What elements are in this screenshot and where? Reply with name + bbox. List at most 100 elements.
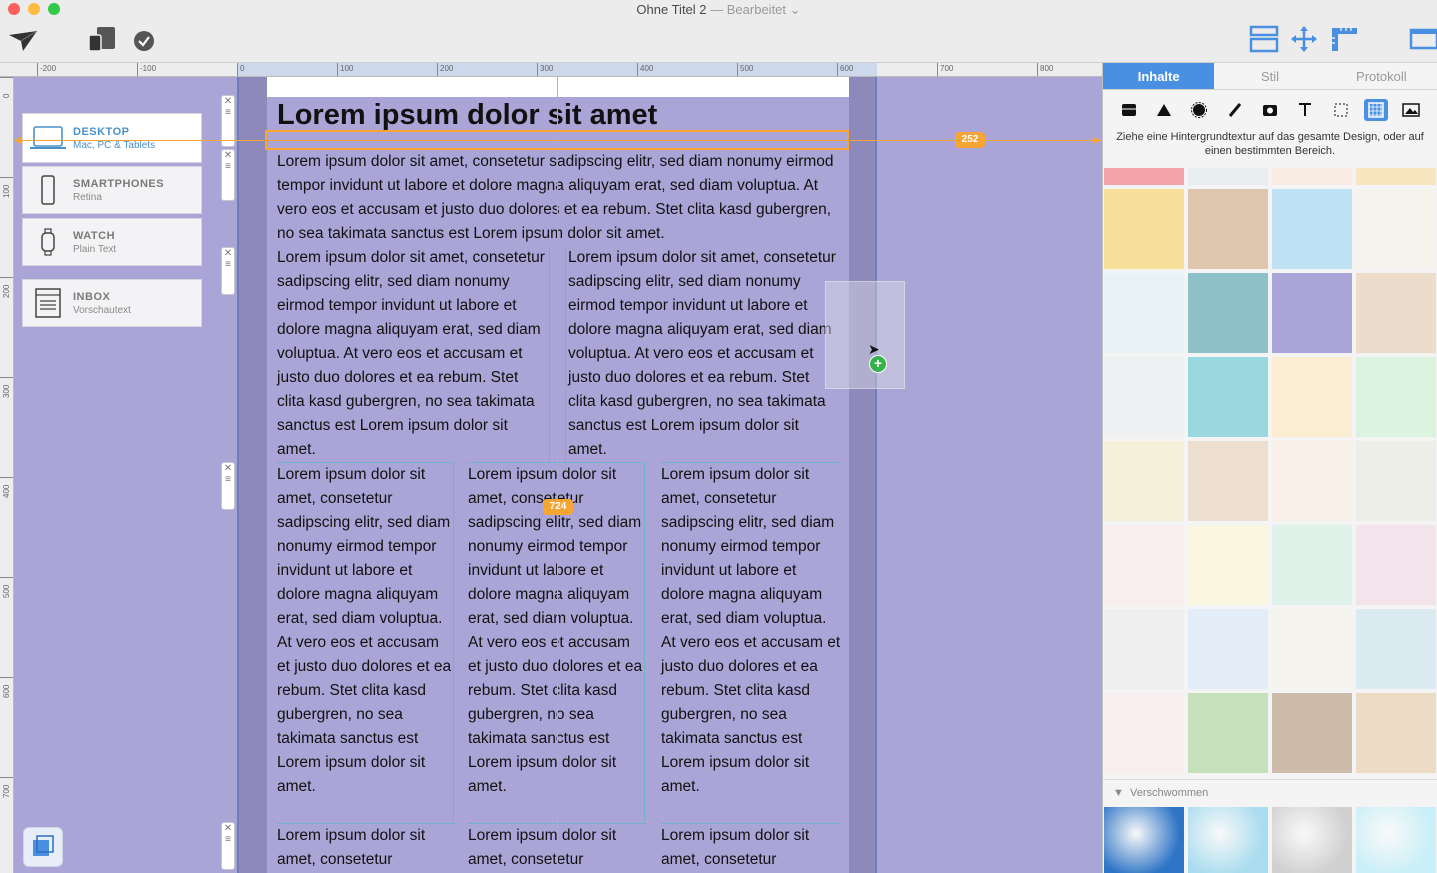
row-handle[interactable]: ✕ ≡ <box>221 822 235 870</box>
texture-swatch[interactable] <box>1104 609 1184 689</box>
texture-swatch[interactable] <box>1188 441 1268 521</box>
badge-icon[interactable] <box>1187 99 1211 121</box>
texture-swatch[interactable] <box>1356 525 1436 605</box>
device-watch[interactable]: WATCH Plain Text <box>22 218 202 266</box>
texture-swatch[interactable] <box>1104 357 1184 437</box>
paragraph-full-width[interactable]: Lorem ipsum dolor sit amet, consetetur s… <box>277 150 842 246</box>
ruler-label: 200 <box>437 63 453 76</box>
texture-swatch[interactable] <box>1272 273 1352 353</box>
texture-swatch[interactable] <box>1356 357 1436 437</box>
device-name: INBOX <box>73 290 111 303</box>
column-three-3[interactable]: Lorem ipsum dolor sit amet, consetetur s… <box>660 462 841 822</box>
document-status[interactable]: Bearbeitet <box>727 2 786 17</box>
devices-icon[interactable] <box>86 24 120 54</box>
texture-swatch[interactable] <box>1104 693 1184 773</box>
blur-swatch[interactable] <box>1356 807 1436 873</box>
blur-swatch[interactable] <box>1188 807 1268 873</box>
column-two-1[interactable]: Lorem ipsum dolor sit amet, consetetur s… <box>276 246 550 462</box>
device-name: WATCH <box>73 229 116 242</box>
ruler-label: 700 <box>937 63 953 76</box>
tab-stil[interactable]: Stil <box>1214 63 1325 89</box>
texture-icon[interactable] <box>1363 99 1388 121</box>
row-handle[interactable]: ✕ ≡ <box>221 247 235 295</box>
texture-swatch[interactable] <box>1104 168 1184 185</box>
brush-icon[interactable] <box>1223 99 1247 121</box>
title-separator: — <box>706 2 727 17</box>
texture-swatch[interactable] <box>1188 189 1268 269</box>
texture-swatch[interactable] <box>1104 441 1184 521</box>
ruler-label: -200 <box>37 63 56 76</box>
blur-swatch[interactable] <box>1272 807 1352 873</box>
device-inbox[interactable]: INBOX Vorschautext <box>22 279 202 327</box>
texture-hint: Ziehe eine Hintergrundtextur auf das ges… <box>1116 131 1424 157</box>
texture-swatch[interactable] <box>1356 609 1436 689</box>
shape-icon[interactable] <box>1152 99 1176 121</box>
blur-swatch[interactable] <box>1104 807 1184 873</box>
texture-swatch[interactable] <box>1188 168 1268 185</box>
column-three-2[interactable]: Lorem ipsum dolor sit amet, consetetur s… <box>467 462 645 822</box>
texture-swatch[interactable] <box>1272 693 1352 773</box>
texture-swatch[interactable] <box>1356 273 1436 353</box>
ruler-label: 300 <box>0 377 13 477</box>
device-desc: Mac, PC & Tablets <box>73 139 156 151</box>
chevron-down-icon: ⌄ <box>789 2 801 17</box>
texture-swatch[interactable] <box>1272 168 1352 185</box>
sidebar-icon[interactable] <box>1408 26 1437 52</box>
row-handle[interactable]: ✕ ≡ <box>221 149 235 201</box>
media-icon[interactable] <box>1258 99 1282 121</box>
device-smartphones[interactable]: SMARTPHONES Retina <box>22 166 202 214</box>
drag-texture-preview <box>825 281 905 389</box>
texture-swatch[interactable] <box>1104 525 1184 605</box>
device-desktop[interactable]: DESKTOP Mac, PC & Tablets <box>22 113 202 163</box>
texture-swatch[interactable] <box>1272 357 1352 437</box>
layout-icon[interactable] <box>1117 99 1141 121</box>
design-canvas[interactable]: DESKTOP Mac, PC & Tablets SMARTPHONES Reti… <box>14 77 1102 873</box>
text-icon[interactable] <box>1293 99 1317 121</box>
ruler-label: 300 <box>537 63 553 76</box>
texture-swatch[interactable] <box>1272 525 1352 605</box>
texture-swatch-grid <box>1104 168 1437 778</box>
device-desc: Retina <box>73 191 102 203</box>
ruler-label: 100 <box>337 63 353 76</box>
window-preview-icon <box>33 835 54 856</box>
column-next-3[interactable]: Lorem ipsum dolor sit amet, consetetur <box>661 823 839 872</box>
texture-swatch[interactable] <box>1356 189 1436 269</box>
texture-swatch[interactable] <box>1188 357 1268 437</box>
texture-swatch[interactable] <box>1272 441 1352 521</box>
texture-swatch[interactable] <box>1188 525 1268 605</box>
texture-swatch[interactable] <box>1272 189 1352 269</box>
paper-plane-icon[interactable] <box>6 28 40 54</box>
texture-swatch[interactable] <box>1188 693 1268 773</box>
column-next-1[interactable]: Lorem ipsum dolor sit amet, consetetur <box>277 823 455 872</box>
column-three-1[interactable]: Lorem ipsum dolor sit amet, consetetur s… <box>276 462 454 822</box>
texture-swatch[interactable] <box>1104 189 1184 269</box>
ruler-icon[interactable] <box>1328 24 1360 54</box>
selection-icon[interactable] <box>1329 99 1353 121</box>
ruler-label: -100 <box>137 63 156 76</box>
column-two-2[interactable]: Lorem ipsum dolor sit amet, consetetur s… <box>565 246 839 462</box>
texture-swatch[interactable] <box>1272 609 1352 689</box>
layout-icon[interactable] <box>1248 24 1280 54</box>
vertical-guide <box>557 77 558 873</box>
row-handle[interactable]: ✕ ≡ <box>221 462 235 510</box>
inspector-panel: Inhalte Stil Protokoll Ziehe eine Hinter… <box>1102 63 1437 873</box>
texture-swatch[interactable] <box>1104 273 1184 353</box>
ruler-label: 700 <box>0 777 13 873</box>
checkmark-icon[interactable] <box>132 29 156 53</box>
arrow-left-icon: ◀ <box>14 135 22 146</box>
image-icon[interactable] <box>1399 99 1423 121</box>
arrow-right-icon: ▶ <box>1093 135 1101 146</box>
texture-swatch[interactable] <box>1188 273 1268 353</box>
tab-inhalte[interactable]: Inhalte <box>1103 63 1215 89</box>
texture-swatch[interactable] <box>1356 168 1436 185</box>
texture-swatch[interactable] <box>1356 693 1436 773</box>
tab-protokoll[interactable]: Protokoll <box>1326 63 1437 89</box>
texture-swatch[interactable] <box>1188 609 1268 689</box>
section-header[interactable]: ▼ Verschwommen <box>1103 779 1437 805</box>
ruler-label: 100 <box>0 177 13 277</box>
move-arrows-icon[interactable] <box>1288 24 1320 54</box>
preview-toggle-button[interactable] <box>23 827 63 867</box>
texture-swatch[interactable] <box>1356 441 1436 521</box>
title-bar: Ohne Titel 2 — Bearbeitet ⌄ <box>0 0 1437 63</box>
inbox-icon <box>23 287 73 319</box>
